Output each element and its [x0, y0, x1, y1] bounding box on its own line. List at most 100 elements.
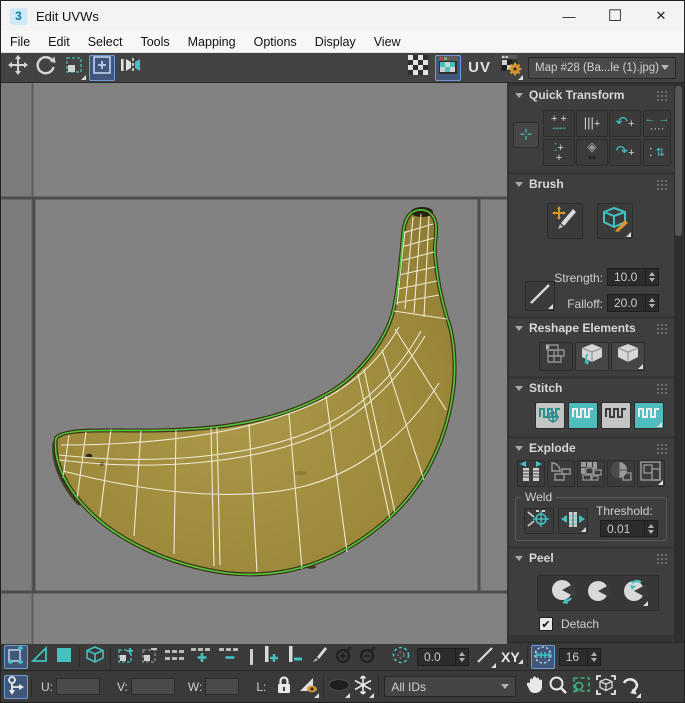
brush-header[interactable]: Brush — [509, 175, 675, 193]
scale-button[interactable] — [61, 55, 87, 81]
break-button[interactable] — [517, 460, 545, 487]
move-button[interactable] — [5, 55, 31, 81]
uv-space-label[interactable]: UV — [465, 59, 494, 76]
panel-grip-icon[interactable] — [657, 90, 669, 100]
rotate-ccw-button[interactable]: ↶+ — [609, 110, 641, 137]
peel-header[interactable]: Peel — [509, 549, 675, 567]
shrink-loop-button[interactable] — [283, 645, 307, 669]
spinner-arrows-icon[interactable] — [645, 269, 658, 285]
target-weld-button[interactable] — [524, 508, 554, 534]
menu-view[interactable]: View — [365, 33, 410, 51]
paint-select-subtract-button[interactable] — [355, 645, 379, 669]
stitch-to-target-button[interactable] — [568, 402, 598, 429]
move-selected-button[interactable]: ⊹ — [513, 122, 539, 148]
relax-until-flat-button[interactable] — [575, 342, 609, 371]
spinner-arrows-icon[interactable] — [645, 295, 658, 311]
lock-selection-button[interactable] — [272, 675, 296, 699]
stitch-source-button[interactable] — [601, 402, 631, 429]
polygon-mode-button[interactable] — [52, 645, 76, 669]
explode-header[interactable]: Explode — [509, 439, 675, 457]
threshold-spinner[interactable]: 0.01 — [600, 520, 658, 537]
edge-mode-button[interactable] — [28, 645, 52, 669]
minimize-button[interactable]: — — [546, 1, 592, 31]
panel-grip-icon[interactable] — [657, 443, 669, 453]
zoom-to-gizmo-button[interactable] — [618, 675, 642, 699]
panel-grip-icon[interactable] — [657, 323, 669, 333]
menu-file[interactable]: File — [1, 33, 39, 51]
menu-tools[interactable]: Tools — [131, 33, 178, 51]
flatten-by-smoothing-button[interactable] — [607, 460, 635, 487]
space-horizontal-button[interactable]: ← → ···· — [643, 110, 671, 137]
edge-distance-button[interactable] — [530, 644, 555, 669]
align-vertical-pivot-button[interactable]: ⁚+ + — [543, 139, 575, 166]
spinner-arrows-icon[interactable] — [644, 521, 657, 536]
panel-grip-icon[interactable] — [657, 553, 669, 563]
edge-distance-spinner[interactable]: 16 — [558, 647, 601, 666]
pan-button[interactable] — [522, 675, 546, 699]
mirror-button[interactable] — [117, 55, 143, 81]
zoom-button[interactable] — [546, 675, 570, 699]
zoom-extents-button[interactable] — [594, 675, 618, 699]
detach-checkbox[interactable]: ✔ — [539, 617, 553, 631]
stitch-header[interactable]: Stitch — [509, 379, 675, 397]
reshape-header[interactable]: Reshape Elements — [509, 319, 675, 337]
grow-selection-button[interactable] — [114, 645, 138, 669]
relax-tool-button[interactable] — [611, 342, 645, 371]
freeze-selected-button[interactable] — [351, 675, 375, 699]
shrink-selection-button[interactable] — [138, 645, 162, 669]
peel-reset-button[interactable] — [619, 579, 649, 607]
paint-move-brush-button[interactable] — [547, 203, 583, 239]
strength-spinner[interactable]: 10.0 — [607, 268, 659, 286]
absolute-offset-toggle[interactable] — [4, 674, 28, 699]
spinner-arrows-icon[interactable] — [455, 648, 468, 665]
peel-mode-button[interactable] — [583, 579, 613, 607]
menu-select[interactable]: Select — [79, 33, 132, 51]
align-vertical-button[interactable]: |||+ — [576, 110, 608, 137]
show-grid-button[interactable] — [405, 55, 431, 81]
grow-edge-loop-button[interactable] — [188, 645, 216, 669]
paint-select-button[interactable] — [307, 645, 331, 669]
straighten-selection-button[interactable] — [539, 342, 573, 371]
spinner-arrows-icon[interactable] — [586, 648, 600, 665]
hide-selected-button[interactable] — [327, 675, 351, 699]
align-horizontal-button[interactable]: + + ╌╌ — [543, 110, 575, 137]
flatten-by-polygon-button[interactable] — [577, 460, 605, 487]
menu-display[interactable]: Display — [306, 33, 365, 51]
uv-canvas[interactable] — [1, 83, 507, 644]
scrollbar-thumb[interactable] — [675, 86, 682, 236]
filter-selected-faces-button[interactable] — [296, 675, 320, 699]
u-input[interactable] — [56, 678, 100, 695]
rotate-button[interactable] — [33, 55, 59, 81]
relax-brush-button[interactable] — [597, 203, 633, 239]
grow-loop-button[interactable] — [259, 645, 283, 669]
close-button[interactable]: ✕ — [638, 1, 684, 31]
shrink-edge-loop-button[interactable] — [216, 645, 244, 669]
weld-selected-button[interactable] — [558, 508, 588, 534]
menu-edit[interactable]: Edit — [39, 33, 79, 51]
stitch-settings-button[interactable] — [634, 402, 664, 429]
panel-scrollbar[interactable] — [674, 83, 683, 642]
soft-selection-falloff-spinner[interactable]: 0.0 — [417, 647, 469, 666]
element-mode-button[interactable] — [83, 645, 107, 669]
rotate-cw-button[interactable]: ↷+ — [609, 139, 641, 166]
stitch-custom-button[interactable] — [535, 402, 565, 429]
maximize-button[interactable]: ☐ — [592, 1, 638, 31]
falloff-space-button[interactable]: XY — [497, 649, 524, 665]
panel-grip-icon[interactable] — [657, 383, 669, 393]
menu-options[interactable]: Options — [245, 33, 306, 51]
quick-peel-button[interactable] — [547, 579, 577, 607]
detach-edge-verts-button[interactable] — [547, 460, 575, 487]
linear-align-button[interactable]: ◈ ▪▪ — [576, 139, 608, 166]
flatten-mapping-button[interactable] — [637, 460, 665, 487]
select-edge-loop-button[interactable] — [162, 645, 188, 669]
material-id-dropdown[interactable]: All IDs — [384, 676, 517, 697]
menu-mapping[interactable]: Mapping — [179, 33, 245, 51]
paint-select-add-button[interactable] — [331, 645, 355, 669]
space-vertical-button[interactable]: ⁚ ⇅ — [643, 139, 671, 166]
freeform-mode-button[interactable] — [89, 54, 115, 81]
zoom-region-button[interactable] — [570, 675, 594, 699]
falloff-shape-button[interactable] — [473, 645, 497, 669]
brush-falloff-type-button[interactable] — [525, 281, 555, 311]
w-input[interactable] — [205, 678, 240, 695]
vertex-mode-button[interactable] — [4, 644, 28, 669]
